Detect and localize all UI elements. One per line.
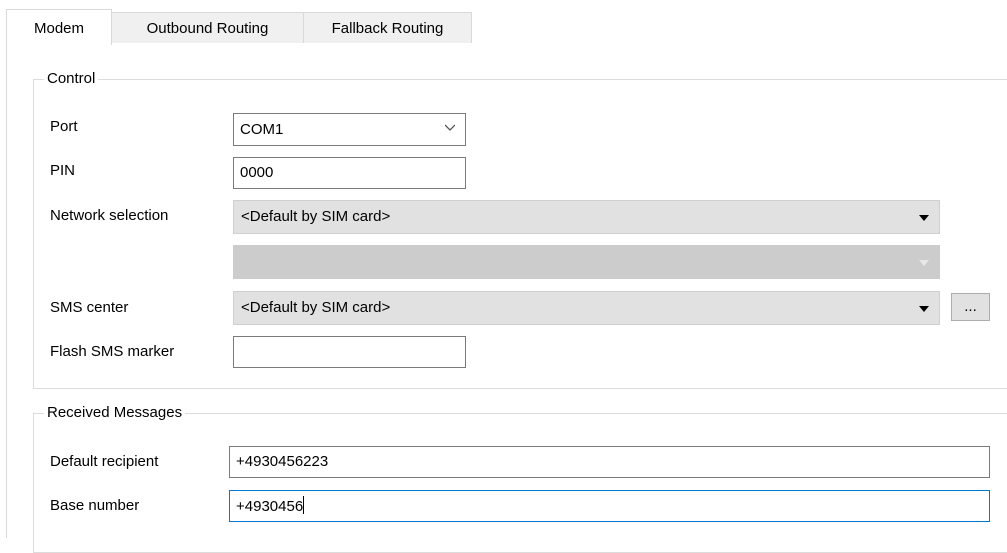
base-number-value: +4930456 [236, 498, 304, 515]
sms-center-value: <Default by SIM card> [241, 299, 391, 316]
flash-sms-marker-label: Flash SMS marker [50, 343, 175, 360]
network-selection-label: Network selection [50, 207, 169, 224]
network-operator-dropdown [233, 245, 940, 279]
control-group-title: Control [44, 69, 99, 89]
dropdown-arrow-icon [919, 306, 929, 312]
base-number-field[interactable]: +4930456 [229, 490, 990, 522]
tab-modem[interactable]: Modem [6, 9, 112, 45]
sms-center-browse-button[interactable]: ... [951, 293, 990, 321]
sms-center-label: SMS center [50, 299, 129, 316]
text-caret [303, 496, 305, 514]
tab-fallback-routing[interactable]: Fallback Routing [303, 12, 472, 43]
sms-center-dropdown[interactable]: <Default by SIM card> [233, 291, 940, 325]
chevron-down-icon [445, 124, 455, 131]
port-label: Port [50, 118, 78, 135]
dropdown-arrow-icon [919, 260, 929, 266]
default-recipient-field[interactable]: +4930456223 [229, 446, 990, 478]
control-group: Control [33, 69, 1007, 389]
received-messages-group-title: Received Messages [44, 403, 186, 423]
flash-sms-marker-field[interactable] [233, 336, 466, 368]
tab-strip: Modem Outbound Routing Fallback Routing [0, 0, 1007, 45]
pin-label: PIN [50, 162, 76, 179]
network-selection-value: <Default by SIM card> [241, 208, 391, 225]
base-number-label: Base number [50, 497, 140, 514]
port-value: COM1 [240, 121, 284, 138]
tab-outbound-routing[interactable]: Outbound Routing [111, 12, 304, 43]
received-messages-group: Received Messages [33, 403, 1007, 553]
modem-page: Control Port COM1 PIN 0000 Network selec… [6, 43, 1007, 553]
default-recipient-label: Default recipient [50, 453, 159, 470]
pin-field[interactable]: 0000 [233, 157, 466, 189]
dropdown-arrow-icon [919, 215, 929, 221]
port-combobox[interactable]: COM1 [233, 113, 466, 146]
network-selection-dropdown[interactable]: <Default by SIM card> [233, 200, 940, 234]
